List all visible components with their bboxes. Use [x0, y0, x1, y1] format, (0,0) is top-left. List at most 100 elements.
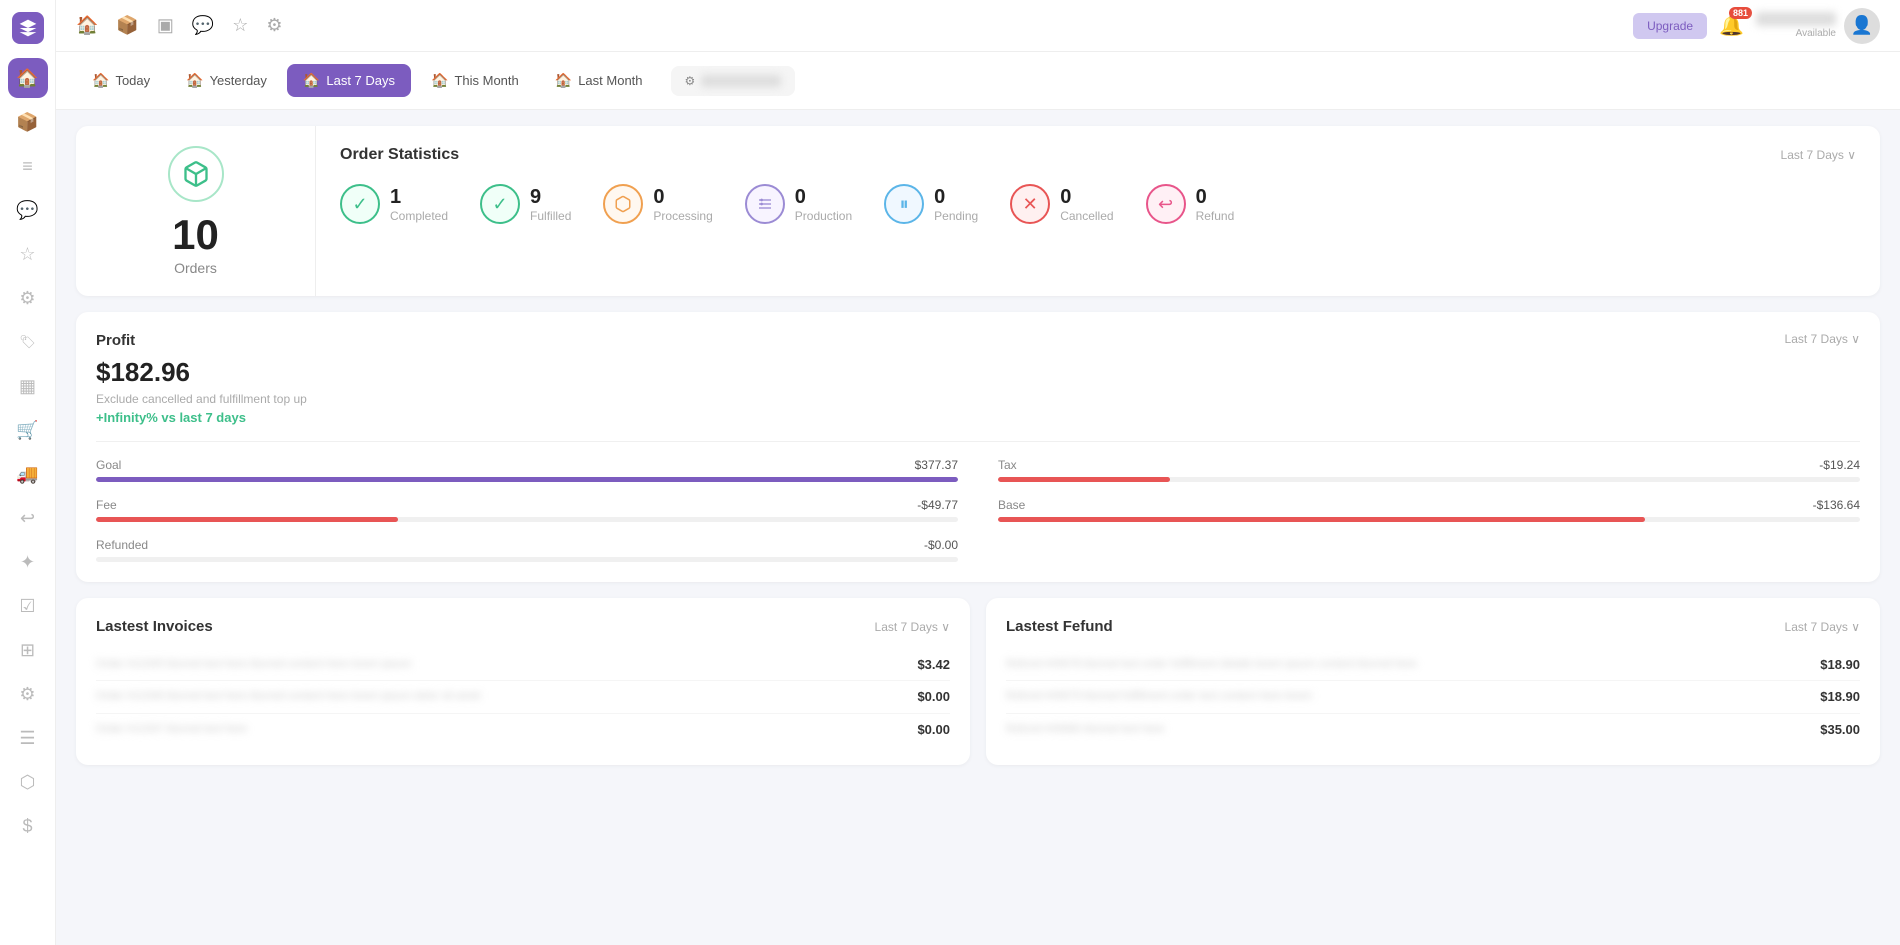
sidebar-item-tag[interactable]: 🏷	[8, 322, 48, 362]
bar-refunded-track	[96, 557, 958, 562]
topnav-star-icon[interactable]: ☆	[232, 15, 248, 36]
sidebar-item-image[interactable]: ⊞	[8, 630, 48, 670]
stat-pending: ⏸ 0 Pending	[884, 184, 978, 224]
invoice-amount-1: $3.42	[917, 657, 950, 672]
orders-count: 10	[172, 214, 219, 256]
sidebar-item-star[interactable]: ☆	[8, 234, 48, 274]
sidebar-item-dollar[interactable]: $	[8, 806, 48, 846]
refunds-period[interactable]: Last 7 Days ∨	[1785, 620, 1860, 634]
invoices-header: Lastest Invoices Last 7 Days ∨	[96, 618, 950, 635]
orders-period[interactable]: Last 7 Days ∨	[1781, 148, 1856, 162]
bar-goal-fill	[96, 477, 958, 482]
refund-amount-1: $18.90	[1820, 657, 1860, 672]
tab-lastmonth-label: Last Month	[578, 73, 642, 88]
custom-range-tab[interactable]: ⚙	[671, 66, 796, 96]
sidebar-item-settings[interactable]: ⚙	[8, 278, 48, 318]
production-label: Production	[795, 209, 852, 223]
sidebar-item-flash[interactable]: ✦	[8, 542, 48, 582]
stat-processing: 0 Processing	[603, 184, 712, 224]
topnav: 🏠 📦 ▣ 💬 ☆ ⚙ Upgrade 🔔 881 Available 👤	[56, 0, 1900, 52]
upgrade-button[interactable]: Upgrade	[1633, 13, 1707, 39]
invoices-card: Lastest Invoices Last 7 Days ∨ Order #12…	[76, 598, 970, 765]
profit-subtitle: Exclude cancelled and fulfillment top up	[96, 392, 1860, 406]
refund-icon: ↩	[1146, 184, 1186, 224]
bar-base-fill	[998, 517, 1645, 522]
profit-divider	[96, 441, 1860, 442]
invoice-item-1: Order #12345 blurred text here blurred c…	[96, 649, 950, 681]
topnav-box-icon[interactable]: 📦	[116, 15, 138, 36]
sidebar-item-menu[interactable]: ☰	[8, 718, 48, 758]
tab-thismonth[interactable]: 🏠 This Month	[415, 64, 535, 97]
cancelled-icon: ✕	[1010, 184, 1050, 224]
sidebar-item-cart[interactable]: 🛒	[8, 410, 48, 450]
sidebar-item-table[interactable]: ▦	[8, 366, 48, 406]
stat-production: 0 Production	[745, 184, 852, 224]
stat-fulfilled: ✓ 9 Fulfilled	[480, 184, 571, 224]
bar-goal-track	[96, 477, 958, 482]
sidebar-item-list[interactable]: ≡	[8, 146, 48, 186]
processing-value: 0	[653, 186, 712, 209]
bar-fee-fill	[96, 517, 398, 522]
invoice-item-3: Order #12347 blurred text here $0.00	[96, 714, 950, 745]
invoice-item-2: Order #12346 blurred text here blurred c…	[96, 681, 950, 713]
bar-goal: Goal $377.37	[96, 458, 958, 482]
avatar: 👤	[1844, 8, 1880, 44]
topnav-icons: 🏠 📦 ▣ 💬 ☆ ⚙	[76, 15, 283, 36]
user-area[interactable]: Available 👤	[1756, 8, 1880, 44]
completed-value: 1	[390, 186, 448, 209]
refunds-card: Lastest Fefund Last 7 Days ∨ Refund #456…	[986, 598, 1880, 765]
sidebar-logo[interactable]	[12, 12, 44, 44]
cancelled-label: Cancelled	[1060, 209, 1113, 223]
bar-tax-value: -$19.24	[1819, 458, 1860, 472]
profit-period[interactable]: Last 7 Days ∨	[1785, 332, 1860, 346]
invoice-amount-2: $0.00	[917, 689, 950, 704]
bottom-row: Lastest Invoices Last 7 Days ∨ Order #12…	[76, 598, 1880, 765]
tab-lastmonth[interactable]: 🏠 Last Month	[539, 64, 659, 97]
sidebar-item-box[interactable]: 📦	[8, 102, 48, 142]
period-tabs: 🏠 Today 🏠 Yesterday 🏠 Last 7 Days 🏠 This…	[56, 52, 1900, 110]
sidebar-item-cube[interactable]: ⬡	[8, 762, 48, 802]
bar-fee-value: -$49.77	[917, 498, 958, 512]
bar-refunded-value: -$0.00	[924, 538, 958, 552]
topnav-grid-icon[interactable]: ▣	[157, 15, 174, 36]
bar-base-label: Base	[998, 498, 1025, 512]
home-icon: 🏠	[303, 72, 320, 89]
sidebar-item-truck[interactable]: 🚚	[8, 454, 48, 494]
processing-icon	[603, 184, 643, 224]
profit-left: Profit	[96, 332, 135, 357]
tab-yesterday[interactable]: 🏠 Yesterday	[170, 64, 283, 97]
invoice-desc-1: Order #12345 blurred text here blurred c…	[96, 657, 917, 672]
fulfilled-label: Fulfilled	[530, 209, 571, 223]
tab-last7days[interactable]: 🏠 Last 7 Days	[287, 64, 411, 97]
notification-bell[interactable]: 🔔 881	[1719, 13, 1744, 38]
gear-icon: ⚙	[685, 74, 696, 88]
topnav-home-icon[interactable]: 🏠	[76, 15, 98, 36]
refund-desc-3: Refund #45680 blurred text here	[1006, 722, 1820, 737]
processing-label: Processing	[653, 209, 712, 223]
refunds-title: Lastest Fefund	[1006, 618, 1113, 635]
orders-card: 10 Orders Order Statistics Last 7 Days ∨…	[76, 126, 1880, 296]
stat-cancelled: ✕ 0 Cancelled	[1010, 184, 1113, 224]
sidebar-item-gear[interactable]: ⚙	[8, 674, 48, 714]
refund-desc-2: Refund #45679 blurred fulfillment order …	[1006, 689, 1820, 704]
sidebar-item-returns[interactable]: ↩	[8, 498, 48, 538]
refund-label: Refund	[1196, 209, 1235, 223]
pending-value: 0	[934, 186, 978, 209]
refund-item-1: Refund #45678 blurred text order fulfill…	[1006, 649, 1860, 681]
sidebar-item-message[interactable]: 💬	[8, 190, 48, 230]
tab-yesterday-label: Yesterday	[210, 73, 267, 88]
sidebar-item-home[interactable]: 🏠	[8, 58, 48, 98]
production-value: 0	[795, 186, 852, 209]
sidebar-item-check[interactable]: ☑	[8, 586, 48, 626]
invoice-desc-2: Order #12346 blurred text here blurred c…	[96, 689, 917, 704]
user-name: Available	[1756, 12, 1836, 39]
tab-today[interactable]: 🏠 Today	[76, 64, 166, 97]
invoices-period[interactable]: Last 7 Days ∨	[875, 620, 950, 634]
refund-desc-1: Refund #45678 blurred text order fulfill…	[1006, 657, 1820, 672]
bar-goal-label: Goal	[96, 458, 121, 472]
topnav-settings-icon[interactable]: ⚙	[266, 15, 282, 36]
topnav-message-icon[interactable]: 💬	[192, 15, 214, 36]
bar-base: Base -$136.64	[998, 498, 1860, 522]
tab-last7days-label: Last 7 Days	[326, 73, 395, 88]
bar-tax: Tax -$19.24	[998, 458, 1860, 482]
